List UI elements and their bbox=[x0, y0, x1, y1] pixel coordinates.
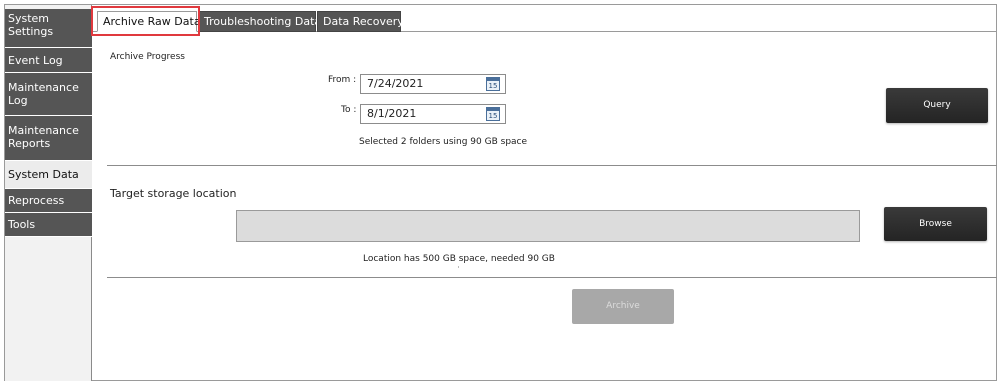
tab-troubleshooting-data[interactable]: Troubleshooting Data bbox=[198, 11, 321, 32]
sidebar-item-system-settings[interactable]: System Settings bbox=[5, 9, 92, 48]
from-date-value: 7/24/2021 bbox=[367, 77, 424, 90]
sidebar-item-system-data[interactable]: System Data bbox=[5, 161, 92, 189]
sidebar-item-maintenance-log[interactable]: Maintenance Log bbox=[5, 73, 92, 116]
target-storage-title: Target storage location bbox=[110, 187, 237, 200]
tab-archive-raw-data[interactable]: Archive Raw Data bbox=[97, 11, 201, 32]
calendar-icon[interactable]: 15 bbox=[486, 77, 500, 91]
browse-button[interactable]: Browse bbox=[884, 207, 987, 241]
archive-progress-title: Archive Progress bbox=[110, 52, 185, 62]
query-button[interactable]: Query bbox=[886, 88, 988, 123]
section-divider bbox=[107, 277, 997, 278]
to-date-value: 8/1/2021 bbox=[367, 107, 417, 120]
sidebar: System Settings Event Log Maintenance Lo… bbox=[5, 5, 92, 381]
calendar-icon[interactable]: 15 bbox=[486, 107, 500, 121]
storage-space-info: Location has 500 GB space, needed 90 GB bbox=[363, 254, 555, 264]
tab-data-recovery[interactable]: Data Recovery bbox=[317, 11, 404, 32]
sidebar-item-reprocess-data[interactable]: Reprocess Data bbox=[5, 189, 92, 225]
sidebar-item-event-log[interactable]: Event Log bbox=[5, 48, 92, 73]
storage-path-input[interactable] bbox=[236, 210, 860, 242]
tick-mark bbox=[458, 266, 459, 268]
section-divider bbox=[107, 165, 997, 166]
to-date-input[interactable]: 8/1/2021 15 bbox=[360, 104, 506, 124]
from-date-input[interactable]: 7/24/2021 15 bbox=[360, 74, 506, 94]
to-label: To : bbox=[341, 105, 357, 115]
from-label: From : bbox=[328, 75, 357, 85]
sidebar-item-tools[interactable]: Tools bbox=[5, 213, 92, 237]
sidebar-item-maintenance-reports[interactable]: Maintenance Reports bbox=[5, 116, 92, 161]
archive-button[interactable]: Archive bbox=[572, 289, 674, 324]
selected-folders-info: Selected 2 folders using 90 GB space bbox=[359, 137, 528, 147]
